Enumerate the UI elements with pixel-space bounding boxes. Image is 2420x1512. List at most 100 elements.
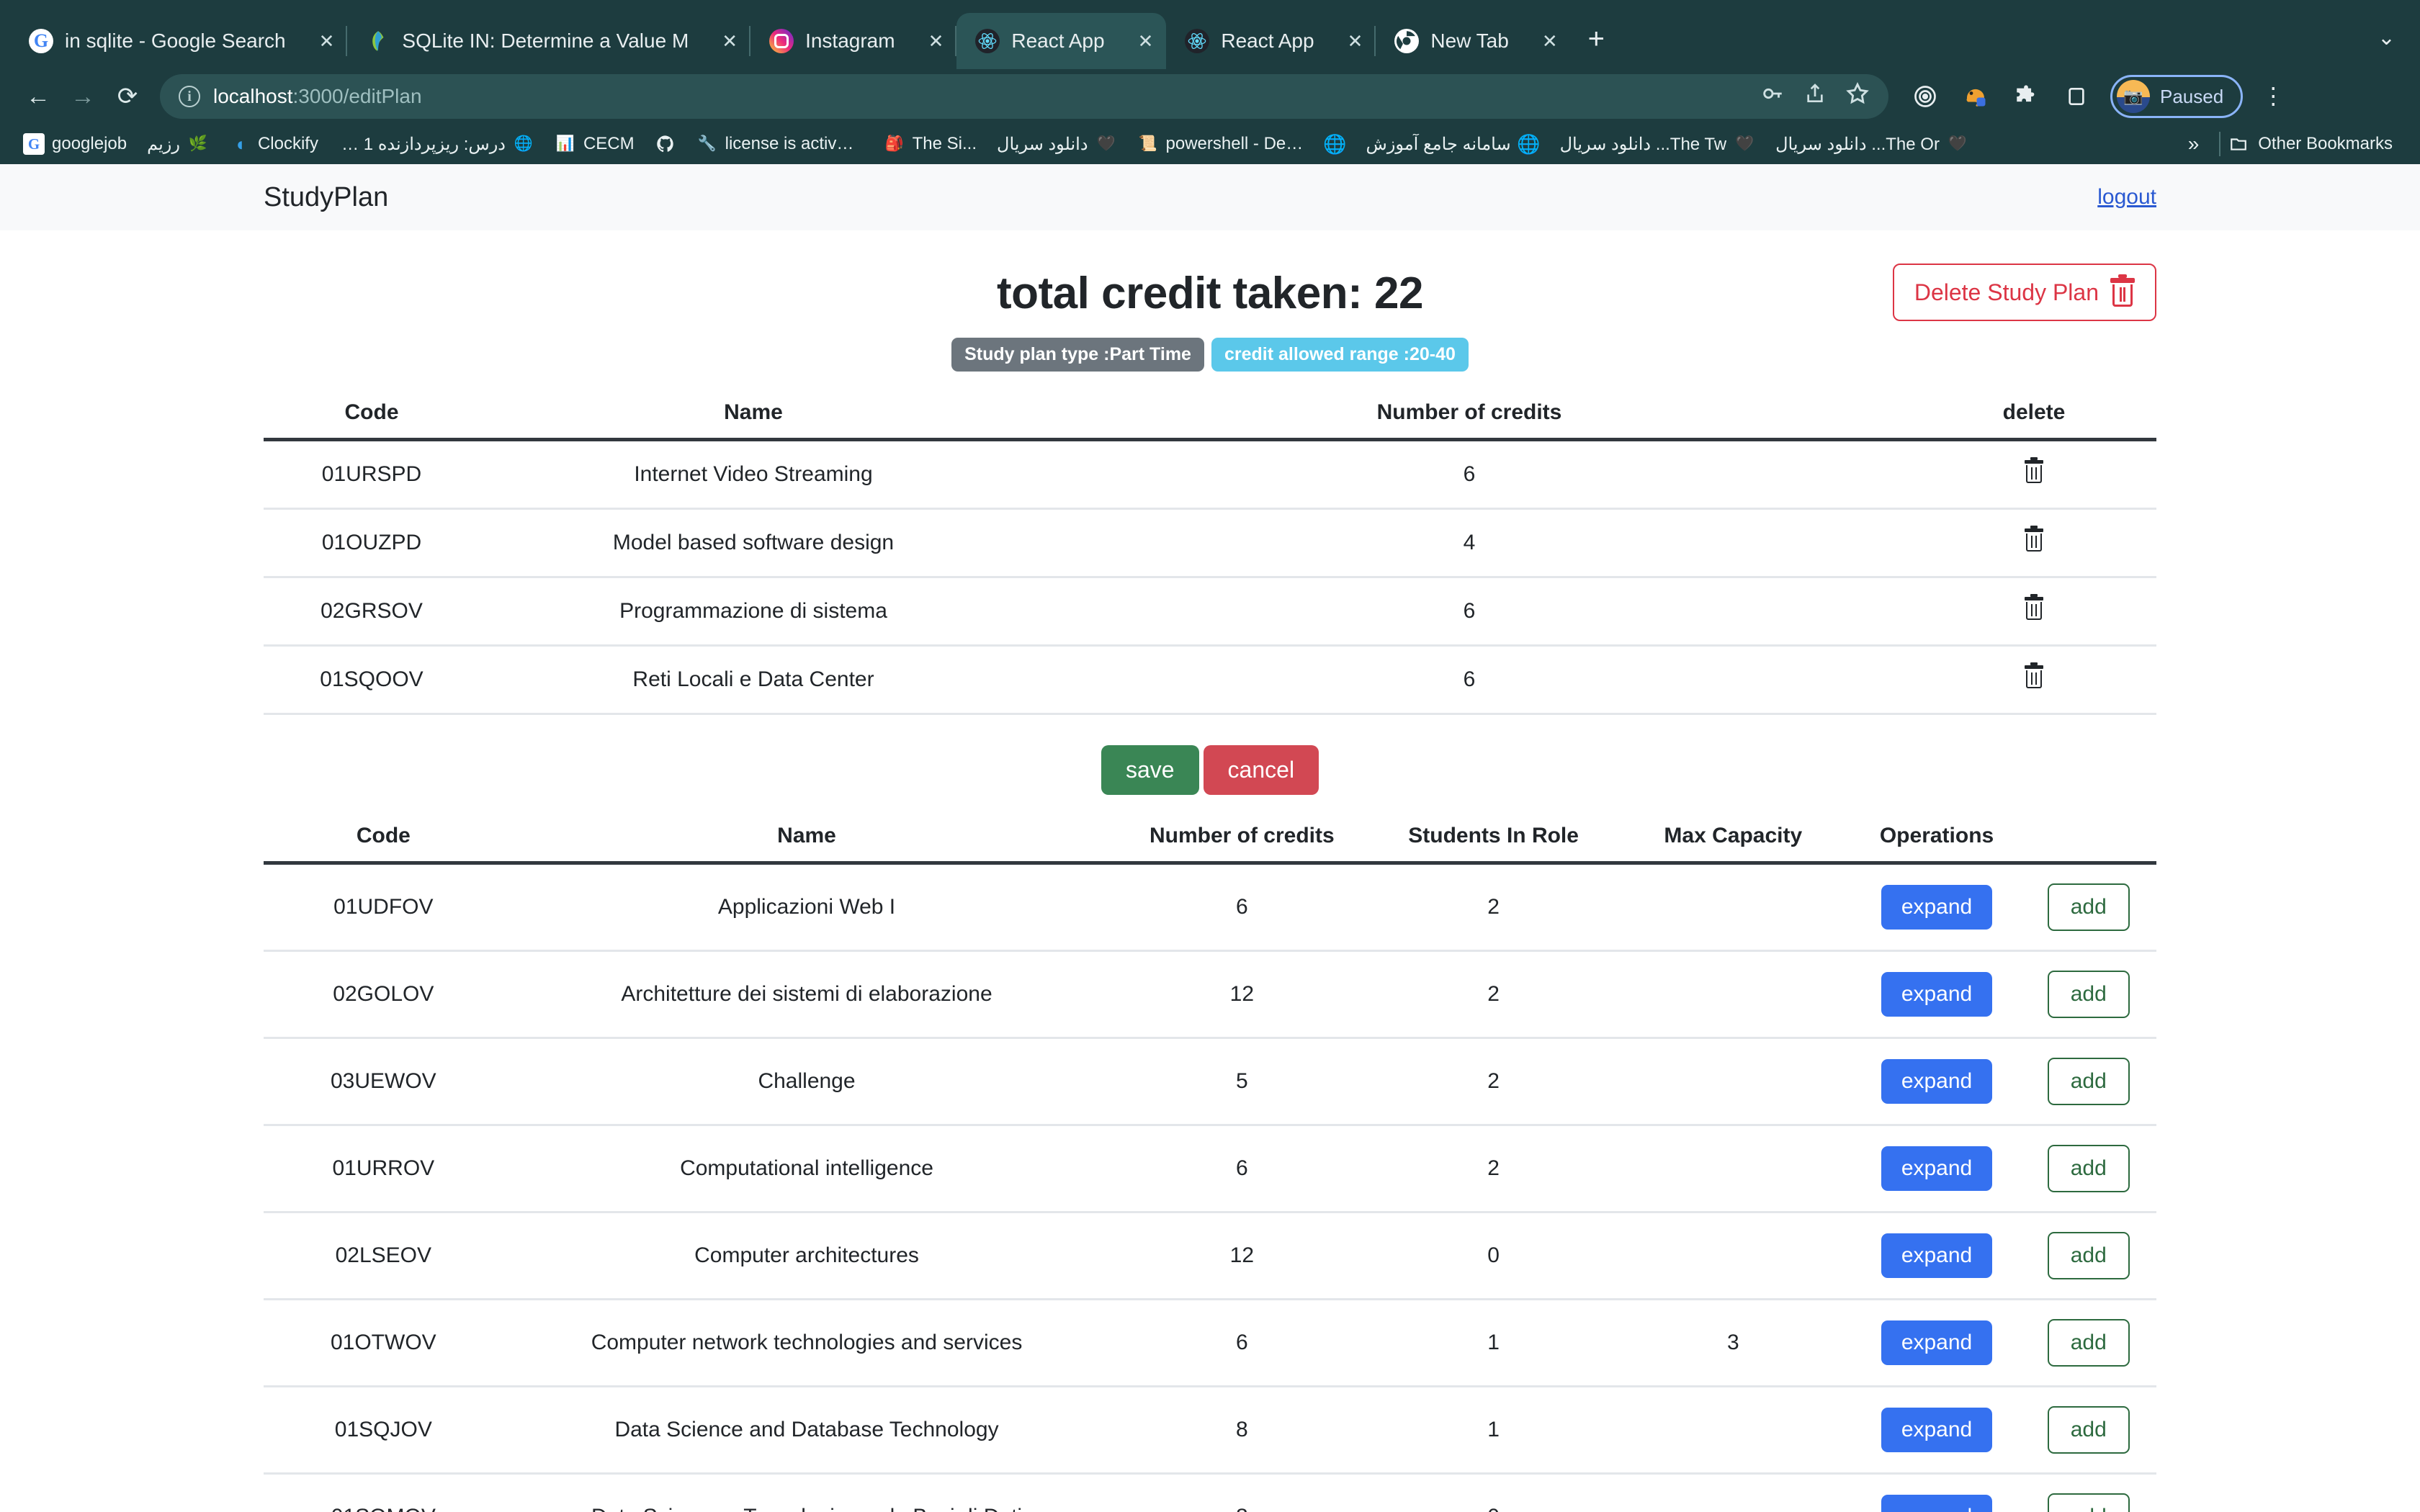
- expand-button[interactable]: expand: [1881, 885, 1993, 930]
- total-credit-title: total credit taken: 22: [997, 269, 1423, 318]
- logout-link[interactable]: logout: [2097, 185, 2156, 210]
- other-bookmarks-button[interactable]: Other Bookmarks: [2228, 133, 2407, 155]
- delete-course-icon[interactable]: [2025, 662, 2043, 688]
- tab-close-icon[interactable]: ✕: [297, 30, 335, 53]
- forward-icon[interactable]: →: [60, 74, 105, 119]
- cell-name: Computer architectures: [503, 1212, 1111, 1300]
- bookmark-item[interactable]: 📜 powershell - Dete...: [1127, 133, 1314, 155]
- cell-delete[interactable]: [1912, 577, 2156, 647]
- add-button[interactable]: add: [2047, 1319, 2130, 1367]
- table-row: 01URROV Computational intelligence 6 2 e…: [264, 1125, 2156, 1213]
- back-icon[interactable]: ←: [16, 74, 60, 119]
- cell-students: 1: [1373, 1386, 1613, 1475]
- tab-close-icon[interactable]: ✕: [700, 30, 738, 53]
- cell-delete[interactable]: [1912, 645, 2156, 715]
- tab-close-icon[interactable]: ✕: [1116, 30, 1154, 53]
- share-icon[interactable]: [1803, 82, 1827, 111]
- add-button[interactable]: add: [2047, 1406, 2130, 1454]
- tab-close-icon[interactable]: ✕: [1520, 30, 1558, 53]
- cancel-button[interactable]: cancel: [1203, 745, 1319, 795]
- add-button[interactable]: add: [2047, 1145, 2130, 1192]
- form-actions: save cancel: [264, 745, 2156, 795]
- cell-code: 01UDFOV: [264, 863, 503, 952]
- browser-tab[interactable]: Instagram ✕: [750, 13, 957, 69]
- tab-title: Instagram: [805, 30, 895, 52]
- paint-icon[interactable]: [1959, 80, 1992, 113]
- add-button[interactable]: add: [2047, 971, 2130, 1018]
- bookmark-item[interactable]: 🌐 سامانه جامع آموزش: [1356, 133, 1550, 155]
- reload-icon[interactable]: ⟳: [105, 74, 150, 119]
- profile-button[interactable]: 📷 Paused: [2110, 75, 2244, 118]
- star-icon[interactable]: [1845, 81, 1870, 112]
- tab-search-icon[interactable]: ⌄: [2378, 25, 2420, 50]
- expand-button[interactable]: expand: [1881, 1233, 1993, 1278]
- delete-study-plan-button[interactable]: Delete Study Plan: [1892, 264, 2156, 321]
- delete-study-plan-label: Delete Study Plan: [1914, 279, 2099, 305]
- delete-course-icon[interactable]: [2025, 594, 2043, 620]
- cell-name: Internet Video Streaming: [480, 439, 1027, 510]
- bookmark-item[interactable]: 🌐 درس: ریزپردازنده 1 (3...: [328, 133, 544, 155]
- bookmark-item[interactable]: [645, 133, 686, 155]
- tab-close-icon[interactable]: ✕: [1326, 30, 1363, 53]
- app-navbar: StudyPlan logout: [0, 164, 2420, 230]
- puzzle-icon[interactable]: [2009, 80, 2043, 113]
- tab-title: React App: [1221, 30, 1314, 52]
- bookmark-item[interactable]: 🖤 The Tw... دانلود سریال: [1550, 133, 1765, 155]
- site-info-icon[interactable]: i: [179, 86, 200, 107]
- bookmark-item[interactable]: 🎒 The Si...: [874, 133, 987, 155]
- cell-credits: 8: [1110, 1386, 1374, 1475]
- table-header-row: Code Name Number of credits Students In …: [264, 811, 2156, 865]
- cell-name: Challenge: [503, 1038, 1111, 1126]
- sidepanel-icon[interactable]: [2060, 80, 2093, 113]
- bookmark-item[interactable]: ◖ Clockify: [219, 133, 328, 155]
- browser-tab-active[interactable]: React App ✕: [956, 13, 1167, 69]
- browser-tab[interactable]: React App ✕: [1166, 13, 1376, 69]
- tab-close-icon[interactable]: ✕: [907, 30, 944, 53]
- cell-delete[interactable]: [1912, 439, 2156, 510]
- key-icon[interactable]: [1760, 81, 1785, 112]
- cell-code: 01URSPD: [264, 439, 480, 510]
- target-icon[interactable]: [1909, 80, 1942, 113]
- bookmark-item[interactable]: 🔧 license is active u...: [686, 133, 874, 155]
- browser-tab[interactable]: New Tab ✕: [1376, 13, 1570, 69]
- bookmarks-overflow-icon[interactable]: »: [2175, 132, 2213, 156]
- tab-title: in sqlite - Google Search: [65, 30, 286, 52]
- browser-tab[interactable]: G in sqlite - Google Search ✕: [10, 13, 348, 69]
- expand-button[interactable]: expand: [1881, 1495, 1993, 1512]
- bookmark-item[interactable]: 🖤 The Or... دانلود سریال: [1765, 133, 1978, 155]
- url-text: localhost:3000/editPlan: [213, 85, 422, 108]
- add-button[interactable]: add: [2047, 883, 2130, 931]
- cell-name: Programmazione di sistema: [480, 577, 1027, 647]
- table-row: 01SQMOV Data Science e Tecnologie per le…: [264, 1473, 2156, 1512]
- cell-code: 01OTWOV: [264, 1299, 503, 1387]
- browser-menu-icon[interactable]: ⋮: [2260, 84, 2286, 107]
- delete-course-icon[interactable]: [2025, 457, 2043, 483]
- expand-button[interactable]: expand: [1881, 972, 1993, 1017]
- expand-button[interactable]: expand: [1881, 1146, 1993, 1191]
- expand-button[interactable]: expand: [1881, 1320, 1993, 1365]
- cell-delete[interactable]: [1912, 508, 2156, 578]
- delete-course-icon[interactable]: [2025, 526, 2043, 552]
- browser-tab[interactable]: SQLite IN: Determine a Value M ✕: [347, 13, 751, 69]
- cell-code: 01SQOOV: [264, 645, 480, 715]
- expand-button[interactable]: expand: [1881, 1059, 1993, 1104]
- add-button[interactable]: add: [2047, 1493, 2130, 1512]
- folder-icon: [2228, 133, 2249, 155]
- address-bar[interactable]: i localhost:3000/editPlan: [160, 74, 1888, 119]
- bookmark-item[interactable]: 🌐: [1314, 133, 1356, 155]
- save-button[interactable]: save: [1101, 745, 1199, 795]
- add-button[interactable]: add: [2047, 1058, 2130, 1105]
- url-path: :3000/editPlan: [292, 85, 422, 107]
- bookmark-item[interactable]: G googlejob: [13, 133, 137, 155]
- page-content: StudyPlan logout total credit taken: 22 …: [0, 164, 2420, 1512]
- trash-icon: [2110, 274, 2135, 307]
- add-button[interactable]: add: [2047, 1232, 2130, 1279]
- cell-name: Data Science e Tecnologie per le Basi di…: [503, 1473, 1111, 1512]
- expand-button[interactable]: expand: [1881, 1408, 1993, 1452]
- cell-add: add: [2020, 1473, 2156, 1512]
- bookmark-item[interactable]: 🖤 دانلود سریال: [987, 133, 1127, 155]
- bookmark-item[interactable]: 📊 CECM: [544, 133, 645, 155]
- bookmark-item[interactable]: 🌿 رزیم: [137, 133, 219, 155]
- new-tab-button[interactable]: +: [1571, 24, 1622, 53]
- cell-code: 03UEWOV: [264, 1038, 503, 1126]
